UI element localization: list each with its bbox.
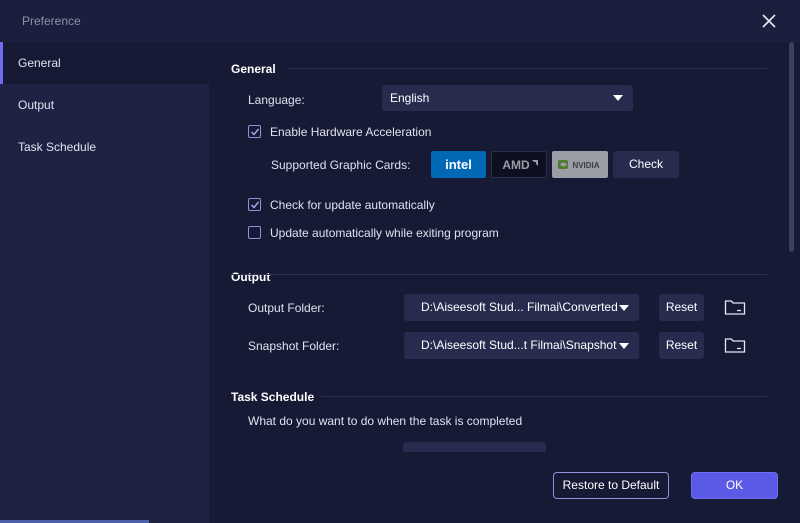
restore-default-button[interactable]: Restore to Default	[553, 472, 669, 499]
language-select[interactable]: English	[382, 85, 633, 111]
section-title-general: General	[231, 62, 276, 76]
snapshot-folder-label: Snapshot Folder:	[248, 339, 340, 353]
chevron-down-icon	[613, 95, 623, 101]
scrollbar-thumb[interactable]	[789, 42, 794, 252]
output-folder-label: Output Folder:	[248, 301, 325, 315]
folder-icon	[724, 300, 746, 315]
task-question-label: What do you want to do when the task is …	[248, 414, 523, 428]
sidebar: General Output Task Schedule	[0, 42, 209, 523]
output-reset-button[interactable]: Reset	[659, 294, 704, 321]
update-on-exit-label: Update automatically while exiting progr…	[270, 226, 499, 240]
open-output-folder-button[interactable]	[724, 298, 746, 321]
update-on-exit-checkbox[interactable]	[248, 226, 261, 239]
section-title-output: Output	[231, 270, 271, 284]
window-title: Preference	[22, 14, 81, 28]
chevron-down-icon	[619, 304, 629, 311]
chevron-down-icon	[619, 342, 629, 349]
output-folder-value: D:\Aiseesoft Stud... Filmai\Converted	[421, 300, 618, 314]
hw-accel-label: Enable Hardware Acceleration	[270, 125, 432, 139]
section-divider	[287, 68, 767, 69]
nvidia-card-badge: NVIDIA	[552, 151, 608, 178]
checkmark-icon	[251, 128, 260, 136]
graphic-cards-label: Supported Graphic Cards:	[271, 158, 411, 172]
sidebar-item-label: Task Schedule	[18, 140, 97, 154]
svg-text:AMD: AMD	[502, 158, 530, 172]
svg-text:NVIDIA: NVIDIA	[572, 161, 599, 170]
intel-card-badge: intel	[431, 151, 486, 178]
output-folder-select[interactable]: D:\Aiseesoft Stud... Filmai\Converted	[404, 294, 639, 321]
check-button[interactable]: Check	[613, 151, 679, 178]
open-snapshot-folder-button[interactable]	[724, 336, 746, 359]
section-title-task-schedule: Task Schedule	[231, 390, 315, 404]
intel-logo-icon: intel	[445, 157, 472, 172]
sidebar-item-label: Output	[18, 98, 55, 112]
nvidia-logo-icon: NVIDIA	[558, 160, 600, 170]
sidebar-item-task-schedule[interactable]: Task Schedule	[0, 126, 209, 168]
close-icon	[762, 14, 776, 28]
section-divider	[231, 274, 767, 275]
language-select-value: English	[390, 91, 430, 105]
language-label: Language:	[248, 93, 305, 107]
amd-card-badge: AMD	[491, 151, 547, 178]
section-divider	[321, 396, 767, 397]
settings-panel: General Language: English Enable Hardwar…	[209, 42, 800, 523]
checkmark-icon	[251, 201, 260, 209]
ok-button[interactable]: OK	[691, 472, 778, 499]
folder-icon	[724, 338, 746, 353]
auto-update-checkbox[interactable]	[248, 198, 261, 211]
snapshot-reset-button[interactable]: Reset	[659, 332, 704, 359]
hw-accel-checkbox[interactable]	[248, 125, 261, 138]
sidebar-item-output[interactable]: Output	[0, 84, 209, 126]
snapshot-folder-value: D:\Aiseesoft Stud...t Filmai\Snapshot	[421, 338, 617, 352]
title-bar: Preference	[0, 0, 800, 42]
amd-logo-icon: AMD	[502, 158, 538, 172]
sidebar-item-general[interactable]: General	[0, 42, 209, 84]
auto-update-label: Check for update automatically	[270, 198, 435, 212]
sidebar-item-label: General	[18, 56, 61, 70]
svg-text:intel: intel	[445, 157, 472, 172]
close-button[interactable]	[758, 10, 780, 32]
snapshot-folder-select[interactable]: D:\Aiseesoft Stud...t Filmai\Snapshot	[404, 332, 639, 359]
